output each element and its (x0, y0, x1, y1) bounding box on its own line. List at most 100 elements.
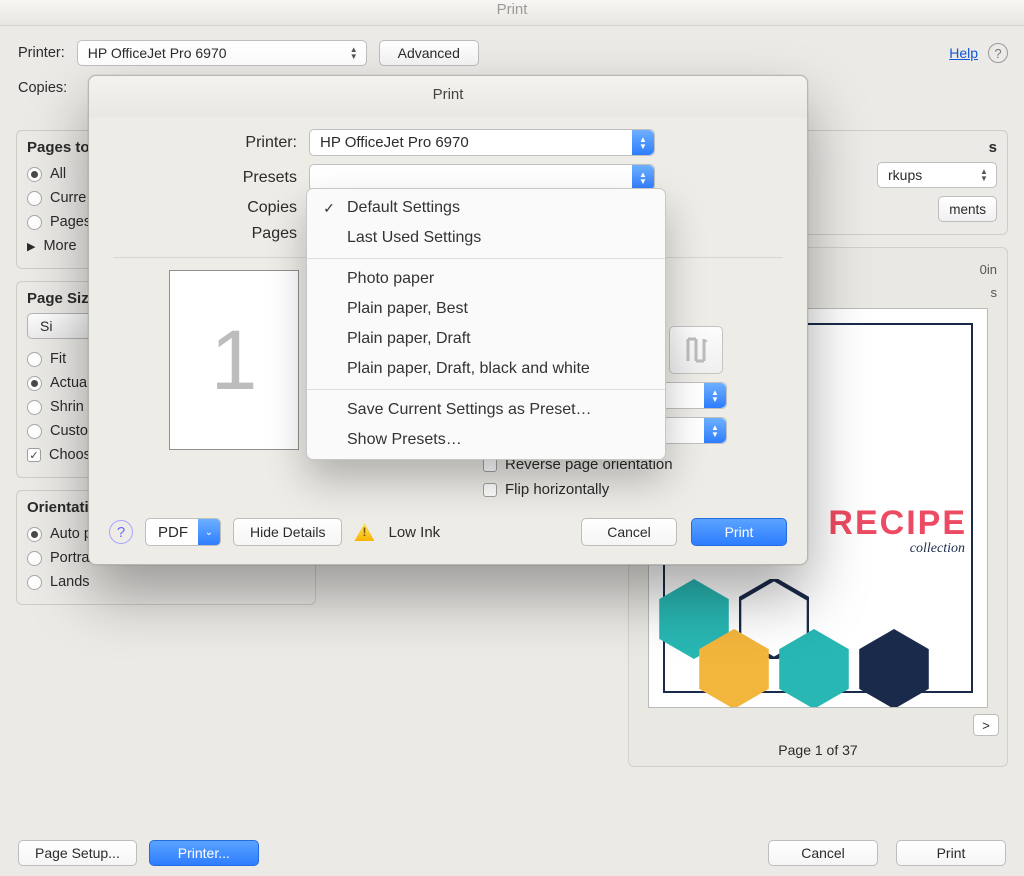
modal-print-button[interactable]: Print (691, 518, 787, 546)
fit-label: Fit (50, 351, 66, 367)
select-arrows-icon: ▲▼ (632, 130, 654, 155)
modal-presets-label: Presets (113, 169, 309, 187)
modal-pages-label: Pages (113, 225, 309, 243)
preset-show-presets[interactable]: Show Presets… (307, 425, 665, 455)
outer-bottom-bar: Page Setup... Printer... Cancel Print (0, 840, 1024, 866)
menu-item-label: Last Used Settings (347, 229, 481, 247)
choose-label: Choos (49, 447, 91, 463)
menu-item-label: Photo paper (347, 270, 434, 288)
checkbox-icon (27, 448, 41, 462)
outer-window-title: Print (0, 0, 1024, 26)
preset-save-current[interactable]: Save Current Settings as Preset… (307, 395, 665, 425)
actual-label: Actua (50, 375, 87, 391)
modal-title: Print (89, 76, 807, 117)
menu-separator (307, 258, 665, 259)
preset-plain-draft-bw[interactable]: Plain paper, Draft, black and white (307, 354, 665, 384)
landscape-label: Lands (50, 574, 90, 590)
preview-pager: > (635, 714, 1001, 736)
hexagon-icon (859, 629, 929, 708)
checkmark-icon: ✓ (321, 200, 337, 217)
more-options-label: More (43, 238, 76, 254)
select-arrows-icon: ▲▼ (632, 165, 654, 190)
chevron-down-icon: ⌄ (198, 519, 220, 545)
modal-printer-row: Printer: HP OfficeJet Pro 6970 ▲▼ (113, 129, 783, 156)
layout-preview: 1 (169, 270, 299, 450)
pages-range-label: Pages (50, 214, 91, 230)
pdf-dropdown-button[interactable]: PDF ⌄ (145, 518, 221, 546)
markups-select[interactable]: rkups ▲▼ (877, 162, 997, 188)
menu-item-label: Plain paper, Draft, black and white (347, 360, 590, 378)
recipe-subtitle: collection (910, 541, 965, 557)
menu-separator (307, 389, 665, 390)
modal-printer-value: HP OfficeJet Pro 6970 (320, 134, 469, 151)
outer-top-bar: Printer: HP OfficeJet Pro 6970 ▲▼ Advanc… (0, 26, 1024, 76)
summarize-comments-button[interactable]: ments (938, 196, 997, 222)
radio-icon (27, 424, 42, 439)
pages-all-label: All (50, 166, 66, 182)
radio-icon (27, 352, 42, 367)
menu-item-label: Default Settings (347, 199, 460, 217)
menu-item-label: Save Current Settings as Preset… (347, 401, 592, 419)
select-arrows-icon: ▲▼ (704, 418, 726, 443)
hexagon-icon (699, 629, 769, 708)
outer-print-button[interactable]: Print (896, 840, 1006, 866)
radio-icon (27, 167, 42, 182)
disclosure-triangle-icon: ▶ (27, 240, 35, 253)
shrink-label: Shrin (50, 399, 84, 415)
radio-icon (27, 400, 42, 415)
advanced-button[interactable]: Advanced (379, 40, 479, 66)
outer-printer-select[interactable]: HP OfficeJet Pro 6970 ▲▼ (77, 40, 367, 66)
outer-printer-label: Printer: (18, 45, 65, 61)
pager-next-button[interactable]: > (973, 714, 999, 736)
modal-cancel-button[interactable]: Cancel (581, 518, 677, 546)
page-counter: Page 1 of 37 (635, 742, 1001, 758)
low-ink-label: Low Ink (388, 524, 440, 541)
radio-icon (27, 215, 42, 230)
help-icon[interactable]: ? (988, 43, 1008, 63)
pdf-label: PDF (158, 524, 188, 541)
preset-plain-best[interactable]: Plain paper, Best (307, 294, 665, 324)
auto-orient-label: Auto p (50, 526, 92, 542)
flip-horizontal-row[interactable]: Flip horizontally (483, 477, 783, 502)
recipe-title: RECIPE (828, 504, 967, 543)
portrait-label: Portra (50, 550, 90, 566)
markups-value: rkups (888, 167, 922, 183)
help-icon[interactable]: ? (109, 520, 133, 544)
printer-button[interactable]: Printer... (149, 840, 259, 866)
hexagon-icon (779, 629, 849, 708)
radio-icon (27, 575, 42, 590)
radio-icon (27, 191, 42, 206)
radio-icon (27, 551, 42, 566)
checkbox-icon (483, 483, 497, 497)
select-arrows-icon: ▲▼ (976, 166, 992, 184)
custom-label: Custo (50, 423, 88, 439)
help-link[interactable]: Help (949, 45, 978, 61)
preset-photo-paper[interactable]: Photo paper (307, 264, 665, 294)
outer-cancel-button[interactable]: Cancel (768, 840, 878, 866)
menu-item-label: Plain paper, Best (347, 300, 468, 318)
page-setup-button[interactable]: Page Setup... (18, 840, 137, 866)
select-arrows-icon: ▲▼ (346, 44, 362, 62)
hide-details-button[interactable]: Hide Details (233, 518, 342, 546)
modal-presets-row: Presets ▲▼ (113, 164, 783, 191)
modal-bottom-bar: ? PDF ⌄ Hide Details Low Ink Cancel Prin… (89, 502, 807, 552)
modal-printer-select[interactable]: HP OfficeJet Pro 6970 ▲▼ (309, 129, 655, 156)
layout-dir-4[interactable] (669, 326, 723, 374)
preset-default-settings[interactable]: ✓ Default Settings (307, 193, 665, 223)
radio-icon (27, 527, 42, 542)
outer-copies-label: Copies: (18, 80, 67, 96)
select-arrows-icon: ▲▼ (704, 383, 726, 408)
menu-item-label: Plain paper, Draft (347, 330, 471, 348)
flip-horizontal-label: Flip horizontally (505, 481, 609, 498)
radio-icon (27, 376, 42, 391)
outer-printer-value: HP OfficeJet Pro 6970 (88, 45, 227, 61)
preset-last-used[interactable]: Last Used Settings (307, 223, 665, 253)
pages-current-label: Curre (50, 190, 86, 206)
warning-icon (354, 523, 374, 541)
landscape-row[interactable]: Lands (27, 570, 305, 594)
menu-item-label: Show Presets… (347, 431, 462, 449)
presets-menu[interactable]: ✓ Default Settings Last Used Settings Ph… (306, 188, 666, 460)
modal-copies-label: Copies (113, 199, 309, 217)
preset-plain-draft[interactable]: Plain paper, Draft (307, 324, 665, 354)
modal-presets-select[interactable]: ▲▼ (309, 164, 655, 191)
